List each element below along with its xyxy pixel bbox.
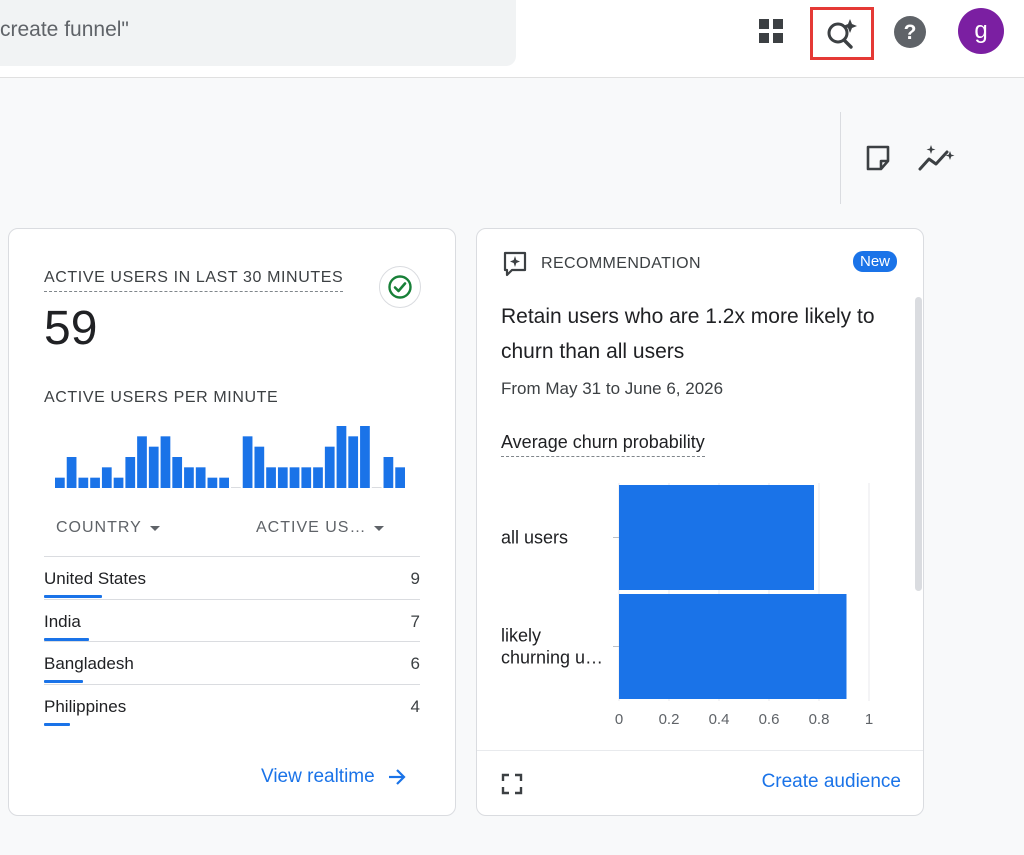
table-row[interactable]: Philippines 4 bbox=[44, 683, 420, 727]
sparkle-search-icon bbox=[827, 18, 857, 49]
minute-bar bbox=[90, 477, 100, 488]
insights-sparkline-icon[interactable] bbox=[916, 140, 958, 176]
country-users: 6 bbox=[410, 654, 420, 673]
minute-bar bbox=[148, 446, 159, 488]
view-realtime-link[interactable]: View realtime bbox=[261, 766, 407, 788]
recommendation-title: Retain users who are 1.2x more likely to… bbox=[501, 305, 875, 363]
country-column-label: COUNTRY bbox=[56, 519, 142, 536]
card-footer: Create audience bbox=[477, 750, 923, 815]
table-row[interactable]: Bangladesh 6 bbox=[44, 641, 420, 684]
minute-bar bbox=[137, 436, 147, 488]
minute-bar bbox=[348, 436, 359, 488]
table-row[interactable]: United States 9 bbox=[44, 556, 420, 599]
table-row[interactable]: India 7 bbox=[44, 598, 420, 642]
date-range: From May 31 to June 6, 2026 bbox=[501, 379, 724, 398]
x-tick-label: 1 bbox=[865, 711, 873, 728]
country-column-header[interactable]: COUNTRY bbox=[56, 519, 160, 537]
apps-grid-icon[interactable] bbox=[752, 12, 790, 50]
minute-bar bbox=[254, 446, 265, 488]
minute-bar bbox=[371, 487, 382, 488]
minute-bar bbox=[242, 436, 253, 488]
minute-bar bbox=[125, 457, 136, 488]
search-input-text[interactable]: create funnel" bbox=[0, 18, 129, 42]
churn-metric-label[interactable]: Average churn probability bbox=[501, 432, 705, 457]
x-tick-label: 0.2 bbox=[659, 711, 680, 728]
minute-bar bbox=[336, 426, 347, 488]
arrow-right-icon bbox=[388, 769, 406, 785]
country-name: United States bbox=[44, 569, 147, 588]
category-label: all users bbox=[501, 528, 568, 548]
x-tick-label: 0.8 bbox=[809, 711, 830, 728]
minute-bar bbox=[195, 467, 206, 488]
minute-bar bbox=[277, 467, 288, 488]
country-users: 4 bbox=[410, 696, 420, 716]
country-name: Bangladesh bbox=[44, 654, 134, 673]
recommendation-card: RECOMMENDATION New Retain users who are … bbox=[476, 228, 924, 816]
top-bar: create funnel" ? g bbox=[0, 0, 1024, 78]
dropdown-arrow-icon bbox=[149, 525, 160, 531]
active-users-column-header[interactable]: ACTIVE US… bbox=[256, 519, 385, 537]
new-badge: New bbox=[853, 251, 898, 272]
country-name: India bbox=[44, 611, 81, 631]
dropdown-arrow-icon bbox=[374, 525, 385, 531]
search-bar[interactable]: create funnel" bbox=[0, 0, 516, 66]
minute-bar bbox=[113, 477, 124, 488]
minute-bar bbox=[207, 477, 218, 488]
realtime-title[interactable]: ACTIVE USERS IN LAST 30 MINUTES bbox=[44, 269, 344, 292]
view-realtime-label: View realtime bbox=[261, 766, 375, 787]
recommendation-label: RECOMMENDATION bbox=[541, 255, 701, 272]
minute-bar bbox=[101, 467, 112, 488]
minute-bar bbox=[219, 477, 229, 488]
note-icon[interactable] bbox=[860, 140, 896, 176]
minute-bar bbox=[160, 436, 171, 488]
share-bar bbox=[44, 722, 70, 726]
expand-icon[interactable] bbox=[501, 773, 523, 795]
country-table: United States 9 India 7 Bangladesh 6 Phi… bbox=[44, 556, 420, 726]
per-minute-label: ACTIVE USERS PER MINUTE bbox=[44, 389, 279, 406]
svg-text:?: ? bbox=[904, 21, 917, 44]
minute-bar bbox=[184, 467, 194, 488]
minute-bar bbox=[383, 457, 394, 488]
active-users-total: 59 bbox=[44, 302, 98, 355]
minute-bar bbox=[360, 426, 370, 488]
minute-bar bbox=[66, 457, 77, 488]
category-label: likely churning u… bbox=[501, 626, 603, 668]
churn-probability-chart: 0 0.2 0.4 0.6 0.8 1 all users likely churning u… bbox=[501, 483, 873, 728]
country-users: 7 bbox=[410, 611, 420, 631]
recommendation-icon bbox=[503, 251, 527, 277]
minute-bar bbox=[313, 467, 323, 488]
active-users-column-label: ACTIVE US… bbox=[256, 519, 367, 536]
x-tick-label: 0.6 bbox=[759, 711, 780, 728]
minute-bar bbox=[266, 467, 276, 488]
toolbar-divider bbox=[840, 112, 841, 204]
country-users: 9 bbox=[410, 569, 420, 588]
realtime-card: ACTIVE USERS IN LAST 30 MINUTES 59 ACTIV… bbox=[8, 228, 456, 816]
create-audience-link[interactable]: Create audience bbox=[762, 771, 901, 793]
churn-bar bbox=[619, 485, 814, 590]
country-name: Philippines bbox=[44, 696, 127, 716]
scrollbar[interactable] bbox=[915, 297, 922, 591]
minute-bar bbox=[55, 477, 65, 488]
check-circle-icon bbox=[388, 275, 412, 299]
x-tick-label: 0 bbox=[615, 711, 623, 728]
minute-bar bbox=[172, 457, 183, 488]
minute-bar bbox=[289, 467, 300, 488]
search-insights-button[interactable] bbox=[810, 7, 874, 60]
minute-bar bbox=[231, 487, 241, 488]
minute-bar bbox=[324, 446, 335, 488]
help-icon[interactable]: ? bbox=[890, 12, 930, 52]
active-users-per-minute-chart bbox=[55, 426, 405, 488]
minute-bar bbox=[78, 477, 89, 488]
minute-bar bbox=[301, 467, 312, 488]
churn-bar bbox=[619, 594, 847, 699]
status-check-badge bbox=[379, 266, 421, 308]
account-avatar[interactable]: g bbox=[958, 8, 1004, 54]
minute-bar bbox=[395, 467, 405, 488]
x-tick-label: 0.4 bbox=[709, 711, 730, 728]
